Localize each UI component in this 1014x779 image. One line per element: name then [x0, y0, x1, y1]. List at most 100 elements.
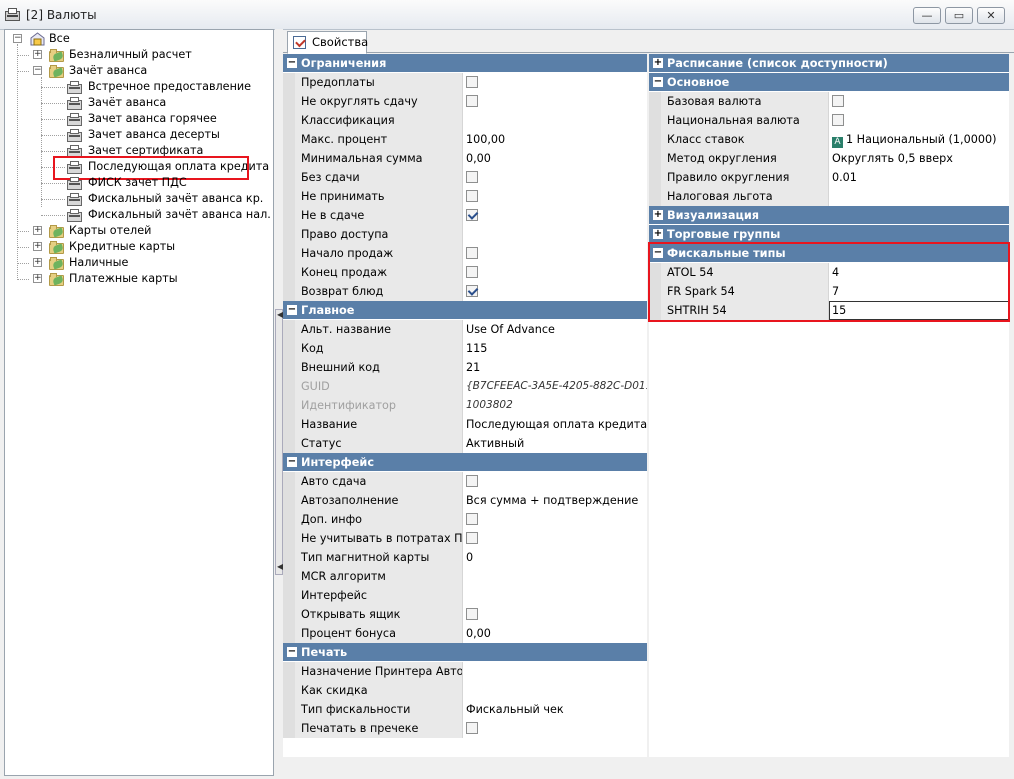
- property-checkbox-cell[interactable]: [463, 206, 647, 225]
- expand-icon[interactable]: +: [653, 210, 663, 220]
- property-value[interactable]: 21: [463, 358, 647, 377]
- property-row[interactable]: Право доступа: [283, 225, 647, 244]
- property-row[interactable]: Минимальная сумма 0,00: [283, 149, 647, 168]
- property-checkbox-cell[interactable]: [463, 92, 647, 111]
- property-row[interactable]: Предоплаты: [283, 73, 647, 92]
- tree-folder[interactable]: + Наличные: [5, 255, 273, 271]
- collapse-icon[interactable]: −: [33, 66, 42, 75]
- horizontal-scrollbar[interactable]: [283, 757, 1014, 775]
- property-checkbox-cell[interactable]: [829, 111, 1009, 130]
- property-checkbox-cell[interactable]: [463, 244, 647, 263]
- section-header-1[interactable]: − Ограничения: [283, 54, 647, 73]
- expand-icon[interactable]: +: [33, 242, 42, 251]
- property-checkbox-cell[interactable]: [463, 510, 647, 529]
- property-row[interactable]: Базовая валюта: [649, 92, 1009, 111]
- property-row[interactable]: Налоговая льгота: [649, 187, 1009, 206]
- section-header-3[interactable]: − Интерфейс: [283, 453, 647, 472]
- property-row[interactable]: Печатать в пречеке: [283, 719, 647, 738]
- expand-icon[interactable]: +: [33, 50, 42, 59]
- property-row[interactable]: Название Последующая оплата кредита: [283, 415, 647, 434]
- property-row[interactable]: Статус Активный: [283, 434, 647, 453]
- checkbox[interactable]: [466, 76, 478, 88]
- property-row[interactable]: Не округлять сдачу: [283, 92, 647, 111]
- tree-folder[interactable]: + Безналичный расчет: [5, 47, 273, 63]
- property-value[interactable]: Вся сумма + подтверждение: [463, 491, 647, 510]
- property-row[interactable]: Класс ставок A 1 Национальный (1,0000): [649, 130, 1009, 149]
- property-row[interactable]: Автозаполнение Вся сумма + подтверждение: [283, 491, 647, 510]
- tree-item[interactable]: Зачёт аванса: [5, 95, 273, 111]
- tree-folder[interactable]: + Кредитные карты: [5, 239, 273, 255]
- property-row[interactable]: MCR алгоритм: [283, 567, 647, 586]
- currency-tree[interactable]: − Все + Безналичный расчет − Зачёт аванса Встр…: [4, 29, 274, 776]
- property-value[interactable]: [463, 111, 647, 130]
- property-row[interactable]: Внешний код 21: [283, 358, 647, 377]
- property-row[interactable]: Не учитывать в потратах ПДС: [283, 529, 647, 548]
- tree-folder[interactable]: + Карты отелей: [5, 223, 273, 239]
- checkbox[interactable]: [466, 171, 478, 183]
- property-row[interactable]: Тип магнитной карты 0: [283, 548, 647, 567]
- property-checkbox-cell[interactable]: [463, 73, 647, 92]
- checkbox-checked[interactable]: [466, 285, 478, 297]
- property-value[interactable]: 0,00: [463, 624, 647, 643]
- property-row[interactable]: GUID {B7CFEEAC-3A5E-4205-882C-D0112: [283, 377, 647, 396]
- tree-folder[interactable]: − Зачёт аванса: [5, 63, 273, 79]
- property-row[interactable]: Классификация: [283, 111, 647, 130]
- property-row[interactable]: Код 115: [283, 339, 647, 358]
- collapse-icon[interactable]: −: [287, 305, 297, 315]
- tree-item[interactable]: Фискальный зачёт аванса кр.: [5, 191, 273, 207]
- property-checkbox-cell[interactable]: [463, 529, 647, 548]
- collapse-icon[interactable]: −: [13, 34, 22, 43]
- checkbox[interactable]: [466, 95, 478, 107]
- property-row[interactable]: Не принимать: [283, 187, 647, 206]
- property-row[interactable]: Без сдачи: [283, 168, 647, 187]
- property-row[interactable]: Альт. название Use Of Advance: [283, 320, 647, 339]
- checkbox[interactable]: [832, 95, 844, 107]
- property-value[interactable]: [463, 567, 647, 586]
- checkbox[interactable]: [466, 722, 478, 734]
- property-row[interactable]: Конец продаж: [283, 263, 647, 282]
- expand-icon[interactable]: +: [33, 226, 42, 235]
- checkbox[interactable]: [832, 114, 844, 126]
- property-row[interactable]: Как скидка: [283, 681, 647, 700]
- property-value[interactable]: 0: [463, 548, 647, 567]
- section-header-2[interactable]: − Главное: [283, 301, 647, 320]
- section-header-4[interactable]: − Печать: [283, 643, 647, 662]
- section-header-1[interactable]: + Расписание (список доступности): [649, 54, 1009, 73]
- collapse-icon[interactable]: −: [287, 457, 297, 467]
- checkbox[interactable]: [466, 190, 478, 202]
- property-checkbox-cell[interactable]: [463, 605, 647, 624]
- checkbox[interactable]: [466, 266, 478, 278]
- property-value[interactable]: 0,00: [463, 149, 647, 168]
- property-value[interactable]: Активный: [463, 434, 647, 453]
- property-value[interactable]: [463, 225, 647, 244]
- tree-item[interactable]: Фискальный зачёт аванса нал.: [5, 207, 273, 223]
- property-checkbox-cell[interactable]: [463, 282, 647, 301]
- property-checkbox-cell[interactable]: [463, 168, 647, 187]
- property-value[interactable]: [463, 662, 647, 681]
- property-row[interactable]: Начало продаж: [283, 244, 647, 263]
- checkbox[interactable]: [466, 475, 478, 487]
- property-row[interactable]: Макс. процент 100,00: [283, 130, 647, 149]
- property-checkbox-cell[interactable]: [463, 263, 647, 282]
- property-row[interactable]: Назначение Принтера Авториз: [283, 662, 647, 681]
- property-value[interactable]: A1 Национальный (1,0000): [829, 130, 1009, 149]
- tree-root[interactable]: − Все: [5, 31, 273, 47]
- expand-icon[interactable]: +: [33, 258, 42, 267]
- tree-folder[interactable]: + Платежные карты: [5, 271, 273, 287]
- property-value[interactable]: 115: [463, 339, 647, 358]
- property-value[interactable]: 100,00: [463, 130, 647, 149]
- property-row[interactable]: Доп. инфо: [283, 510, 647, 529]
- property-value[interactable]: [463, 586, 647, 605]
- checkbox-checked[interactable]: [466, 209, 478, 221]
- collapse-icon[interactable]: −: [287, 647, 297, 657]
- expand-icon[interactable]: +: [653, 229, 663, 239]
- checkbox[interactable]: [466, 247, 478, 259]
- property-row[interactable]: Идентификатор 1003802: [283, 396, 647, 415]
- property-value[interactable]: [829, 187, 1009, 206]
- restore-button[interactable]: ▭: [945, 7, 973, 24]
- tree-item[interactable]: Зачет аванса десерты: [5, 127, 273, 143]
- tree-item[interactable]: ФИСК зачет ПДС: [5, 175, 273, 191]
- property-value[interactable]: Округлять 0,5 вверх: [829, 149, 1009, 168]
- section-header-3[interactable]: + Визуализация: [649, 206, 1009, 225]
- collapse-icon[interactable]: −: [653, 77, 663, 87]
